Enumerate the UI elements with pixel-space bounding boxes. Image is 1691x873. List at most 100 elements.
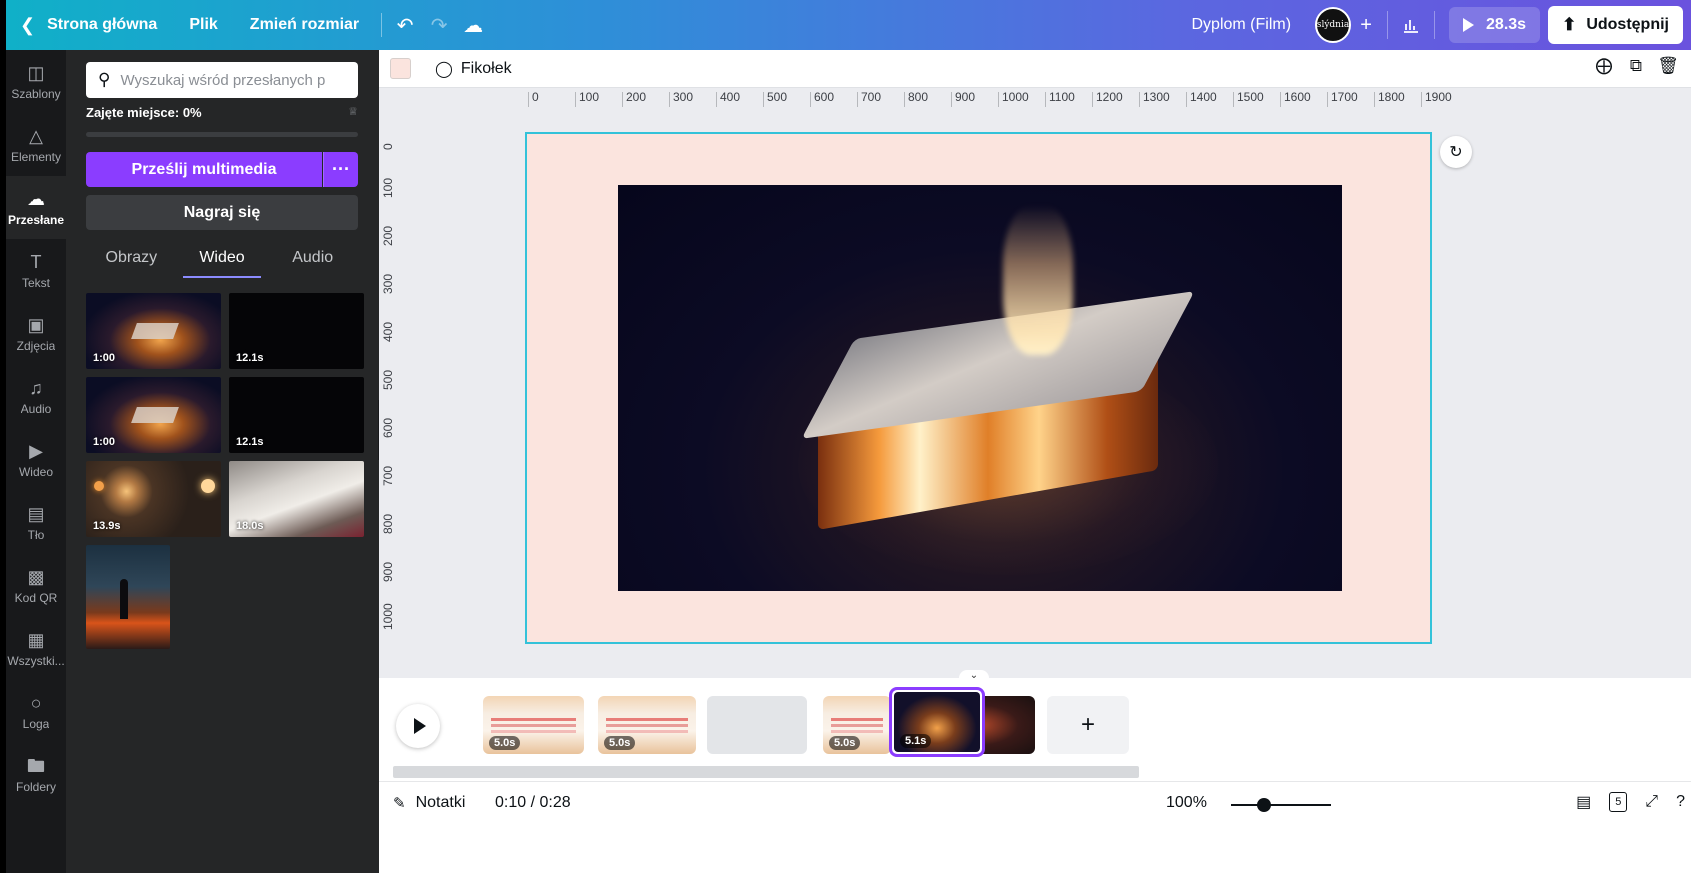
record-yourself-button[interactable]: Nagraj się (86, 195, 358, 230)
rail-item-templates[interactable]: ◫ Szablony (6, 50, 66, 113)
grid-view-icon[interactable]: ▤ (1576, 792, 1591, 812)
fullscreen-icon[interactable]: ⤢ (1645, 793, 1658, 811)
zoom-slider-track[interactable] (1231, 804, 1331, 806)
rail-item-background[interactable]: ▤ Tło (6, 491, 66, 554)
ruler-tick: 0 (381, 143, 395, 150)
search-box[interactable]: ⚲ (86, 62, 358, 98)
ruler-tick: 1300 (1139, 90, 1170, 107)
timeline-clip[interactable]: 5.0s (598, 696, 696, 754)
divider (1387, 11, 1389, 39)
rail-label: Loga (22, 717, 50, 731)
home-button[interactable]: ❮ Strona główna (6, 15, 173, 36)
regenerate-icon[interactable]: ↻ (1440, 136, 1472, 168)
rail-label: Foldery (15, 780, 56, 794)
ruler-tick: 1500 (1233, 90, 1264, 107)
ruler-tick: 200 (381, 225, 395, 246)
notes-button[interactable]: ✎ Notatki (393, 794, 465, 812)
video-element[interactable] (618, 185, 1342, 591)
elements-icon: △ (29, 126, 43, 146)
document-title[interactable]: Dyplom (Film) (1191, 16, 1291, 34)
rail-item-qr[interactable]: ▩ Kod QR (6, 554, 66, 617)
rail-item-video[interactable]: ▶ Wideo (6, 428, 66, 491)
timeline-clip-selected[interactable]: 5.1s (889, 687, 985, 757)
rail-item-apps[interactable]: ▦ Wszystki... (6, 617, 66, 680)
notes-icon: ✎ (393, 795, 406, 812)
ruler-tick: 800 (903, 90, 929, 107)
video-thumbnail[interactable] (86, 545, 170, 649)
trash-icon[interactable]: 🗑 (1657, 56, 1679, 76)
rail-item-uploads[interactable]: ☁ Przesłane (6, 176, 66, 239)
video-duration: 12.1s (236, 352, 264, 364)
add-page-icon[interactable]: ⨁ (1593, 56, 1615, 76)
add-page-button[interactable]: + (1047, 696, 1129, 754)
notes-label: Notatki (415, 794, 466, 811)
rail-label: Zdjęcia (16, 339, 56, 353)
timeline-clip[interactable] (707, 696, 807, 754)
rail-label: Elementy (10, 150, 62, 164)
ruler-tick: 500 (381, 369, 395, 390)
crown-icon[interactable]: ♕ (348, 105, 358, 118)
video-thumbnail[interactable]: 1:00 (86, 293, 221, 369)
ruler-tick: 1900 (1421, 90, 1452, 107)
redo-icon[interactable]: ↷ (422, 8, 456, 42)
ruler-tick: 800 (381, 513, 395, 534)
timeline-clip[interactable]: 5.0s (823, 696, 891, 754)
undo-icon[interactable]: ↶ (388, 8, 422, 42)
uploads-panel: ⚲ Zajęte miejsce: 0% ♕ Prześlij multimed… (66, 50, 379, 873)
file-menu[interactable]: Plik (173, 16, 233, 34)
share-icon: ⬆ (1562, 15, 1577, 34)
duplicate-page-icon[interactable]: ⧉ (1625, 56, 1647, 76)
search-input[interactable] (120, 71, 346, 89)
more-options-button[interactable]: ··· (323, 152, 358, 187)
ruler-tick: 0 (528, 90, 539, 107)
video-duration: 12.1s (236, 436, 264, 448)
video-icon: ▶ (29, 441, 43, 461)
tab-audio[interactable]: Audio (267, 238, 358, 278)
timeline-scrollbar[interactable] (393, 766, 1139, 778)
avatar[interactable]: slýdnia (1315, 7, 1352, 43)
top-bar: ❮ Strona główna Plik Zmień rozmiar ↶ ↷ ☁… (6, 0, 1691, 50)
ruler-tick: 200 (621, 90, 647, 107)
video-duration: 1:00 (93, 436, 116, 448)
rail-item-logos[interactable]: ○ Loga (6, 680, 66, 743)
upload-media-button[interactable]: Prześlij multimedia (86, 152, 322, 187)
play-button[interactable] (396, 704, 440, 748)
ruler-tick: 500 (762, 90, 788, 107)
timeline-clip[interactable]: 5.0s (483, 696, 584, 754)
add-member-icon[interactable]: + (1351, 7, 1381, 43)
ruler-tick: 1000 (381, 603, 395, 630)
rail-item-elements[interactable]: △ Elementy (6, 113, 66, 176)
timecode: 0:10 / 0:28 (495, 794, 571, 811)
music-icon: ♫ (29, 378, 43, 398)
animation-button[interactable]: ◯ Fikołek (435, 59, 512, 79)
video-thumbnail[interactable]: 12.1s (229, 293, 364, 369)
rail-item-folders[interactable]: 🖿 Foldery (6, 743, 66, 806)
rail-item-audio[interactable]: ♫ Audio (6, 365, 66, 428)
analytics-icon[interactable] (1394, 8, 1428, 42)
video-thumbnail[interactable]: 12.1s (229, 377, 364, 453)
tab-video[interactable]: Wideo (177, 238, 268, 278)
video-frame-sparks (1003, 205, 1073, 355)
page-count-badge[interactable]: 5 (1609, 792, 1628, 812)
share-button[interactable]: ⬆ Udostępnij (1548, 6, 1683, 44)
zoom-level[interactable]: 100% (1166, 794, 1207, 812)
chevron-down-icon[interactable]: ⌄ (959, 670, 989, 681)
background-color-swatch[interactable] (390, 58, 411, 79)
present-button[interactable]: 28.3s (1449, 7, 1541, 43)
rail-label: Szablony (11, 87, 61, 101)
rail-label: Przesłane (7, 213, 65, 227)
design-page[interactable] (525, 132, 1432, 644)
zoom-slider-thumb[interactable] (1257, 798, 1271, 812)
divider (1434, 11, 1436, 39)
resize-button[interactable]: Zmień rozmiar (234, 16, 375, 34)
tab-images[interactable]: Obrazy (86, 238, 177, 278)
rail-item-text[interactable]: T Tekst (6, 239, 66, 302)
cloud-saved-icon[interactable]: ☁ (456, 8, 490, 42)
help-icon[interactable]: ? (1676, 793, 1685, 811)
ruler-tick: 900 (381, 561, 395, 582)
video-thumbnail[interactable]: 1:00 (86, 377, 221, 453)
video-thumbnail[interactable]: 13.9s (86, 461, 221, 537)
video-thumbnail[interactable]: 18.0s (229, 461, 364, 537)
rail-item-photos[interactable]: ▣ Zdjęcia (6, 302, 66, 365)
upload-cloud-icon: ☁ (27, 189, 45, 209)
